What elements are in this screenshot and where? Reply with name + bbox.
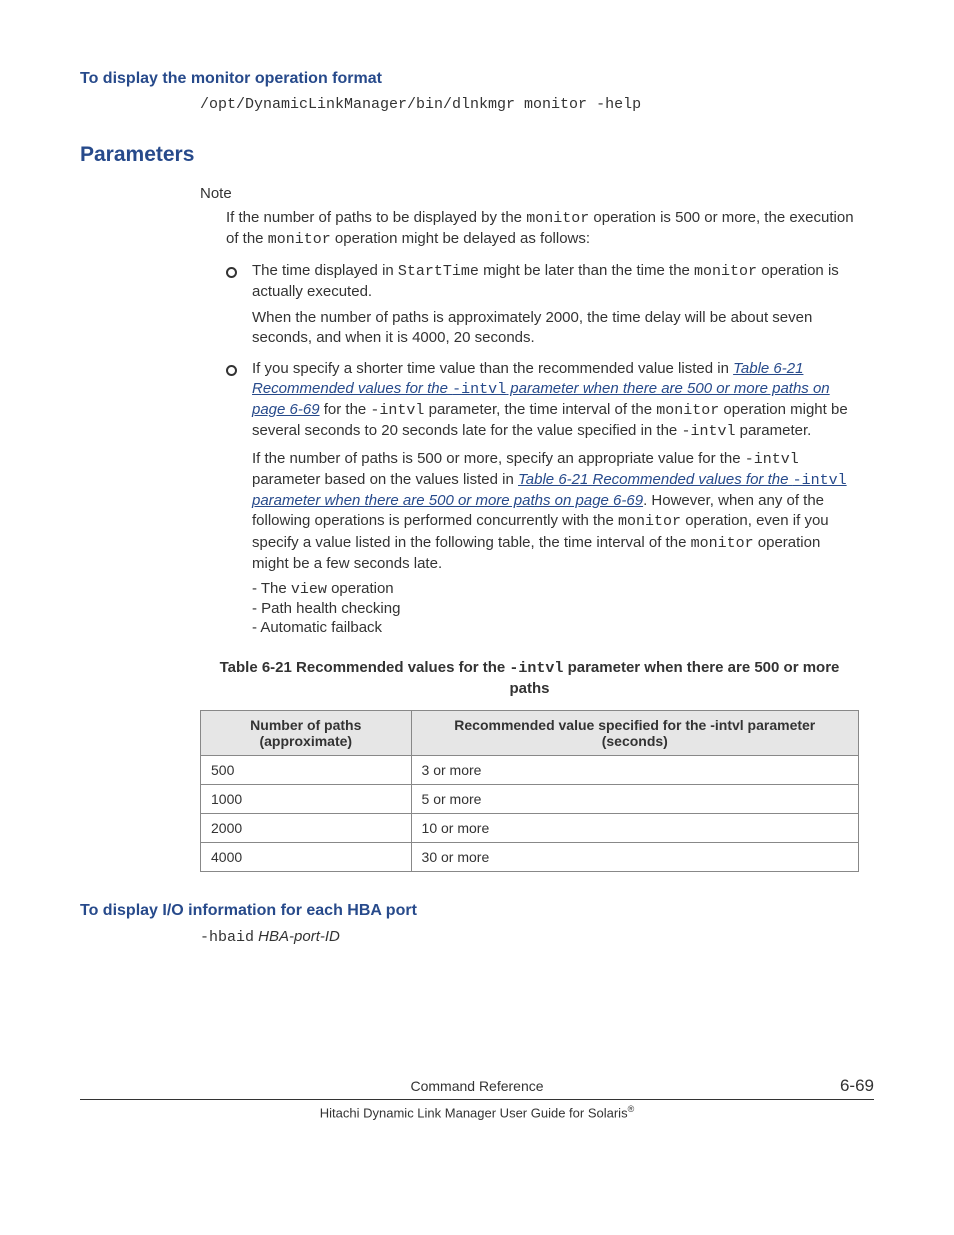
hbaid-syntax: -hbaid HBA-port-ID — [200, 928, 874, 946]
text: If you specify a shorter time value than… — [252, 360, 733, 377]
table-cell: 5 or more — [411, 784, 858, 813]
table-caption: Table 6-21 Recommended values for the -i… — [200, 658, 859, 700]
sub-item: - Automatic failback — [252, 619, 859, 636]
table-header-row: Number of paths (approximate) Recommende… — [201, 710, 859, 755]
code-inline: monitor — [691, 535, 754, 552]
table-cell: 3 or more — [411, 755, 858, 784]
code-inline: monitor — [694, 263, 757, 280]
table-row: 200010 or more — [201, 813, 859, 842]
registered-mark: ® — [628, 1104, 635, 1114]
text: might be later than the time the — [479, 262, 694, 279]
table-cell: 4000 — [201, 842, 412, 871]
code-inline: monitor — [526, 210, 589, 227]
footer-section-title: Command Reference — [140, 1078, 814, 1094]
text: If the number of paths to be displayed b… — [226, 209, 526, 226]
text: Hitachi Dynamic Link Manager User Guide … — [320, 1105, 628, 1120]
text: If the number of paths is 500 or more, s… — [252, 450, 745, 467]
paragraph: If you specify a shorter time value than… — [252, 359, 859, 443]
bullet-list: The time displayed in StartTime might be… — [226, 261, 859, 637]
table-cell: 30 or more — [411, 842, 858, 871]
table-row: 5003 or more — [201, 755, 859, 784]
footer-page-number: 6-69 — [814, 1076, 874, 1096]
text: operation — [327, 580, 394, 597]
table-cell: 2000 — [201, 813, 412, 842]
note-intro: If the number of paths to be displayed b… — [226, 208, 859, 251]
text: Table 6-21 Recommended values for the — [220, 659, 510, 676]
text: - The — [252, 580, 291, 597]
table-cell: 10 or more — [411, 813, 858, 842]
footer-line1: Command Reference 6-69 — [80, 1076, 874, 1100]
heading-display-io-hba: To display I/O information for each HBA … — [80, 902, 874, 920]
text: parameter, the time interval of the — [424, 401, 656, 418]
table-row: 10005 or more — [201, 784, 859, 813]
recommended-values-table: Number of paths (approximate) Recommende… — [200, 710, 859, 872]
code-inline: -intvl — [452, 381, 506, 398]
code-inline: -intvl — [745, 451, 799, 468]
sub-item: - Path health checking — [252, 600, 859, 617]
paragraph: If the number of paths is 500 or more, s… — [252, 449, 859, 575]
sub-item: - The view operation — [252, 580, 859, 598]
table-cell: 1000 — [201, 784, 412, 813]
code-inline: monitor — [656, 402, 719, 419]
text: parameter. — [735, 422, 811, 439]
note-block: Note If the number of paths to be displa… — [200, 185, 859, 636]
table-header: Number of paths (approximate) — [201, 710, 412, 755]
table-header: Recommended value specified for the -int… — [411, 710, 858, 755]
text: for the — [320, 401, 371, 418]
code-inline: monitor — [268, 231, 331, 248]
sub-list: - The view operation - Path health check… — [252, 580, 859, 636]
code-inline: monitor — [618, 513, 681, 530]
list-item: If you specify a shorter time value than… — [226, 359, 859, 637]
code-monitor-help: /opt/DynamicLinkManager/bin/dlnkmgr moni… — [200, 96, 874, 113]
table-cell: 500 — [201, 755, 412, 784]
paragraph: When the number of paths is approximatel… — [252, 308, 859, 349]
code-inline: -intvl — [793, 472, 847, 489]
paragraph: The time displayed in StartTime might be… — [252, 261, 859, 303]
text: parameter when there are 500 or more pat… — [252, 492, 643, 509]
note-label: Note — [200, 185, 859, 202]
text: operation might be delayed as follows: — [331, 230, 590, 247]
code-inline: StartTime — [398, 263, 479, 280]
code-inline: -intvl — [509, 660, 563, 677]
heading-parameters: Parameters — [80, 143, 874, 167]
code-inline: -hbaid — [200, 929, 254, 946]
text: Table 6-21 Recommended values for the — [518, 471, 793, 488]
code-inline: -intvl — [370, 402, 424, 419]
table-row: 400030 or more — [201, 842, 859, 871]
heading-display-monitor-format: To display the monitor operation format — [80, 70, 874, 88]
text: parameter based on the values listed in — [252, 471, 518, 488]
text: The time displayed in — [252, 262, 398, 279]
page-footer: Command Reference 6-69 Hitachi Dynamic L… — [80, 1076, 874, 1120]
param-name: HBA-port-ID — [254, 928, 340, 945]
code-inline: -intvl — [681, 423, 735, 440]
code-inline: view — [291, 581, 327, 598]
list-item: The time displayed in StartTime might be… — [226, 261, 859, 349]
note-body: If the number of paths to be displayed b… — [226, 208, 859, 251]
footer-doc-title: Hitachi Dynamic Link Manager User Guide … — [80, 1104, 874, 1120]
